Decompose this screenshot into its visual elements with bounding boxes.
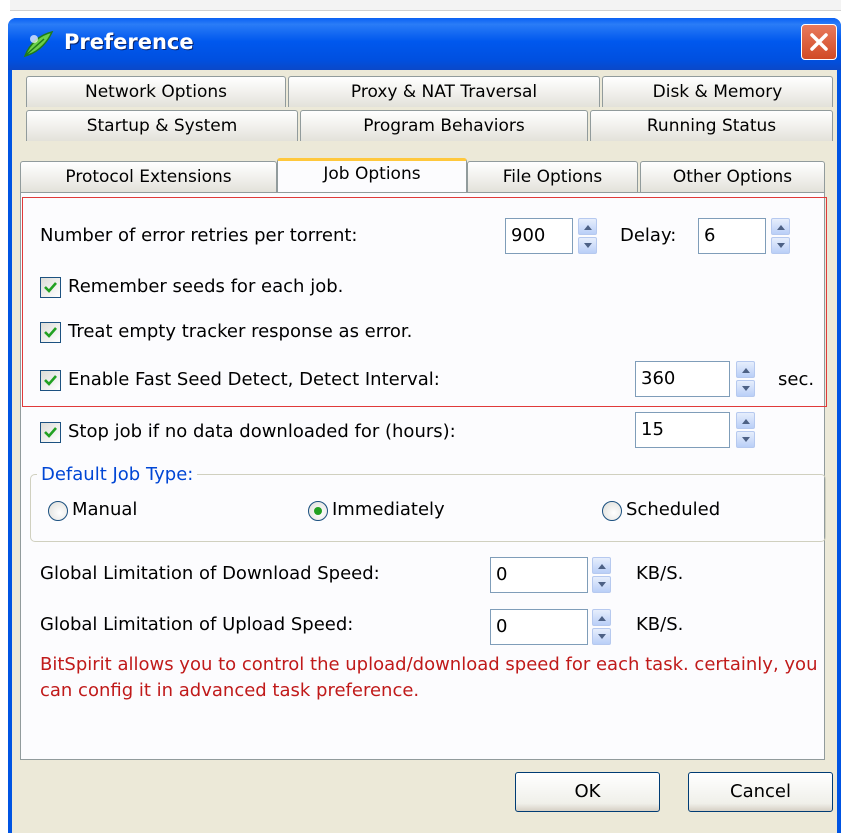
- arrow-down-icon: [598, 582, 606, 587]
- fast-seed-interval-input[interactable]: 360: [635, 361, 730, 397]
- tab-running-status[interactable]: Running Status: [590, 110, 833, 141]
- upload-speed-label: Global Limitation of Upload Speed:: [40, 614, 354, 635]
- dialog-client-area: Network Options Proxy & NAT Traversal Di…: [12, 70, 837, 833]
- fast-seed-unit: sec.: [778, 369, 815, 390]
- spin-up-button[interactable]: [578, 218, 597, 235]
- tab-file-options[interactable]: File Options: [467, 161, 638, 192]
- spin-down-button[interactable]: [736, 431, 755, 448]
- close-button[interactable]: [801, 24, 837, 60]
- arrow-up-icon: [584, 225, 592, 230]
- fast-seed-checkbox[interactable]: [40, 370, 61, 391]
- radio-scheduled[interactable]: [602, 501, 622, 521]
- arrow-down-icon: [584, 243, 592, 248]
- arrow-up-icon: [598, 616, 606, 621]
- spin-down-button[interactable]: [592, 628, 611, 645]
- tab-other-options[interactable]: Other Options: [640, 161, 825, 192]
- radio-selected-dot: [314, 507, 322, 515]
- title-bar[interactable]: Preference: [8, 18, 841, 70]
- delay-spinner[interactable]: [771, 218, 790, 254]
- default-job-type-title: Default Job Type:: [37, 464, 198, 485]
- tab-program-behaviors[interactable]: Program Behaviors: [300, 110, 588, 141]
- delay-label: Delay:: [620, 225, 677, 246]
- error-retries-input[interactable]: 900: [505, 218, 573, 254]
- background-window-edge: [0, 0, 841, 11]
- radio-manual-label: Manual: [72, 499, 138, 520]
- speed-note-text: BitSpirit allows you to control the uplo…: [40, 654, 818, 701]
- tab-disk-memory[interactable]: Disk & Memory: [602, 76, 833, 107]
- close-icon: [810, 33, 828, 51]
- treat-empty-checkbox[interactable]: [40, 322, 61, 343]
- radio-scheduled-label: Scheduled: [626, 499, 721, 520]
- spin-up-button[interactable]: [771, 218, 790, 235]
- upload-speed-spinner[interactable]: [592, 609, 611, 645]
- ok-button[interactable]: OK: [515, 772, 660, 812]
- spin-up-button[interactable]: [592, 557, 611, 574]
- tab-proxy-nat-traversal[interactable]: Proxy & NAT Traversal: [288, 76, 600, 107]
- stop-job-spinner[interactable]: [736, 412, 755, 448]
- radio-manual[interactable]: [48, 501, 68, 521]
- error-retries-spinner[interactable]: [578, 218, 597, 254]
- arrow-up-icon: [777, 225, 785, 230]
- remember-seeds-label: Remember seeds for each job.: [68, 276, 344, 297]
- arrow-up-icon: [742, 368, 750, 373]
- download-speed-unit: KB/S.: [636, 563, 684, 584]
- arrow-down-icon: [598, 634, 606, 639]
- bitspirit-leaf-icon: [23, 30, 54, 58]
- fast-seed-label: Enable Fast Seed Detect, Detect Interval…: [68, 369, 440, 390]
- check-icon: [44, 375, 57, 386]
- spin-up-button[interactable]: [736, 361, 755, 378]
- upload-speed-unit: KB/S.: [636, 614, 684, 635]
- spin-down-button[interactable]: [578, 237, 597, 254]
- arrow-down-icon: [742, 437, 750, 442]
- stop-job-label: Stop job if no data downloaded for (hour…: [68, 421, 456, 442]
- remember-seeds-checkbox[interactable]: [40, 277, 61, 298]
- arrow-down-icon: [742, 386, 750, 391]
- stop-job-checkbox[interactable]: [40, 422, 61, 443]
- tab-protocol-extensions[interactable]: Protocol Extensions: [20, 161, 277, 192]
- download-speed-input[interactable]: 0: [490, 557, 588, 593]
- spin-down-button[interactable]: [771, 237, 790, 254]
- download-speed-label: Global Limitation of Download Speed:: [40, 563, 380, 584]
- delay-input[interactable]: 6: [698, 218, 766, 254]
- spin-down-button[interactable]: [592, 576, 611, 593]
- radio-immediately-label: Immediately: [332, 499, 445, 520]
- tab-job-options[interactable]: Job Options: [277, 158, 467, 192]
- check-icon: [44, 327, 57, 338]
- check-icon: [44, 282, 57, 293]
- fast-seed-spinner[interactable]: [736, 361, 755, 397]
- upload-speed-input[interactable]: 0: [490, 609, 588, 645]
- arrow-up-icon: [742, 419, 750, 424]
- spin-up-button[interactable]: [736, 412, 755, 429]
- tab-network-options[interactable]: Network Options: [26, 76, 286, 107]
- cancel-button[interactable]: Cancel: [688, 772, 833, 812]
- arrow-up-icon: [598, 564, 606, 569]
- spin-up-button[interactable]: [592, 609, 611, 626]
- stop-job-hours-input[interactable]: 15: [635, 412, 730, 448]
- check-icon: [44, 427, 57, 438]
- error-retries-label: Number of error retries per torrent:: [40, 225, 358, 246]
- dialog-title: Preference: [64, 30, 194, 54]
- radio-immediately[interactable]: [308, 501, 328, 521]
- tab-startup-system[interactable]: Startup & System: [26, 110, 298, 141]
- arrow-down-icon: [777, 243, 785, 248]
- treat-empty-label: Treat empty tracker response as error.: [68, 321, 413, 342]
- spin-down-button[interactable]: [736, 380, 755, 397]
- download-speed-spinner[interactable]: [592, 557, 611, 593]
